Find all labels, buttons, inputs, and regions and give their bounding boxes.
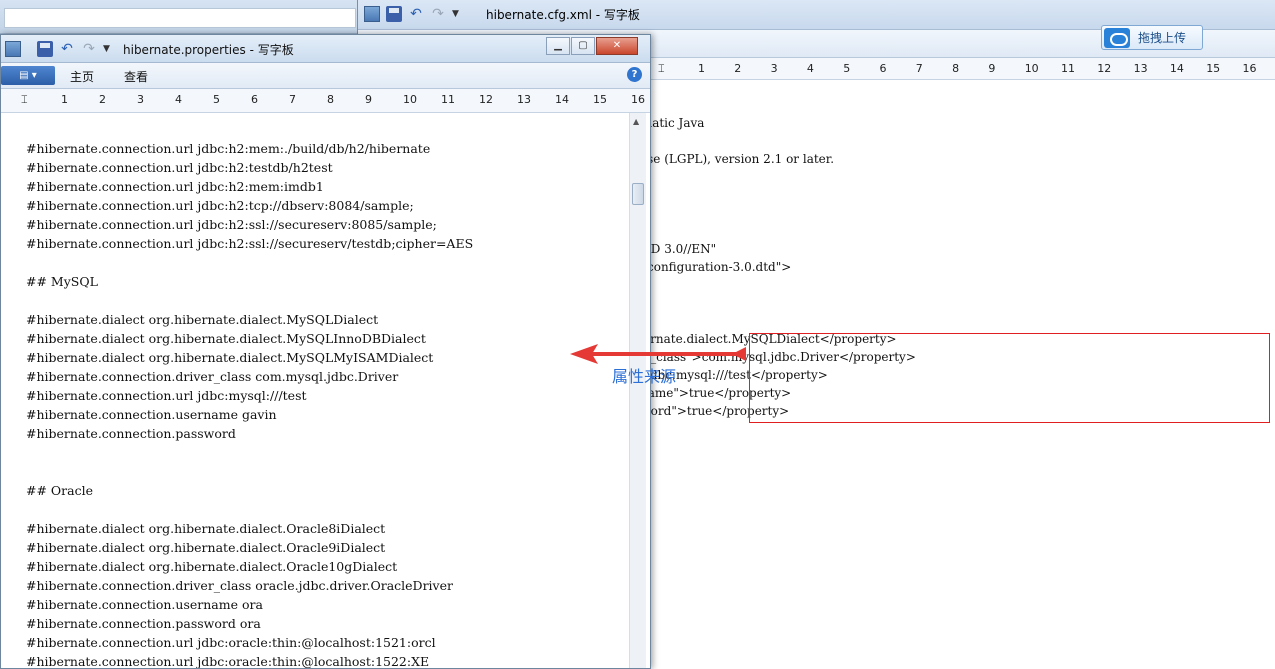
- ruler-tick: 2: [99, 93, 106, 106]
- ruler-tick: 14: [555, 93, 569, 106]
- ruler-tick: 2: [734, 62, 742, 75]
- props-line: #hibernate.connection.url jdbc:h2:mem:im…: [26, 179, 324, 194]
- ruler-tick: 4: [806, 62, 814, 75]
- ruler-tick: 11: [441, 93, 455, 106]
- props-line: #hibernate.connection.url jdbc:oracle:th…: [26, 654, 430, 669]
- ruler-tick: 11: [1061, 62, 1075, 75]
- props-line: #hibernate.connection.username ora: [26, 597, 263, 612]
- wordpad-app-icon[interactable]: [5, 41, 21, 57]
- properties-window: ↶ ↷ ▼ hibernate.properties - 写字板 ▁ ▢ ✕ ▤…: [0, 34, 651, 669]
- quick-access-dropdown-icon[interactable]: ▼: [103, 41, 113, 57]
- ruler-tick: 3: [770, 62, 778, 75]
- ruler-tick: 1: [61, 93, 68, 106]
- props-line: #hibernate.connection.url jdbc:h2:testdb…: [26, 160, 333, 175]
- props-line: #hibernate.connection.url jdbc:h2:ssl://…: [26, 236, 474, 251]
- ruler-tick: 16: [631, 93, 645, 106]
- menu-home[interactable]: 主页: [70, 68, 94, 85]
- vertical-scrollbar[interactable]: ▲: [629, 113, 646, 668]
- ruler-tick: 9: [988, 62, 996, 75]
- help-icon[interactable]: ?: [627, 67, 642, 82]
- quick-access-dropdown-icon[interactable]: ▼: [452, 6, 462, 22]
- properties-ruler[interactable]: ⌶ 1 2 3 4 5 6 7 8 9 10 11 12 13 14 15 16: [1, 89, 650, 113]
- props-line: #hibernate.dialect org.hibernate.dialect…: [26, 559, 398, 574]
- props-line: ## Oracle: [26, 483, 93, 498]
- props-line: #hibernate.dialect org.hibernate.dialect…: [26, 350, 434, 365]
- properties-menu-bar: ▤ ▾ 主页 查看 ?: [1, 63, 650, 89]
- ruler-tick: 10: [403, 93, 417, 106]
- ruler-tick: 6: [879, 62, 887, 75]
- redo-icon[interactable]: ↷: [430, 6, 446, 22]
- ruler-tick: 4: [175, 93, 182, 106]
- ruler-tick: 13: [1133, 62, 1148, 75]
- ruler-indent-marker[interactable]: ⌶: [658, 62, 665, 76]
- props-line: #hibernate.connection.driver_class oracl…: [26, 578, 453, 593]
- menu-view[interactable]: 查看: [124, 68, 148, 85]
- props-line: #hibernate.dialect org.hibernate.dialect…: [26, 521, 386, 536]
- background-window-strip: [0, 0, 360, 34]
- ruler-tick: 16: [1242, 62, 1257, 75]
- minimize-button[interactable]: ▁: [546, 37, 570, 55]
- ruler-tick: 15: [593, 93, 607, 106]
- props-line: [26, 291, 473, 310]
- close-button[interactable]: ✕: [596, 37, 638, 55]
- ruler-tick: 14: [1169, 62, 1184, 75]
- cloud-upload-icon: [1104, 27, 1130, 48]
- ruler-tick: 5: [843, 62, 851, 75]
- scrollbar-thumb[interactable]: [632, 183, 644, 205]
- props-line: [26, 253, 473, 272]
- ruler-tick: 12: [479, 93, 493, 106]
- redo-icon[interactable]: ↷: [81, 41, 97, 57]
- maximize-button[interactable]: ▢: [571, 37, 595, 55]
- scroll-up-icon[interactable]: ▲: [633, 117, 639, 126]
- ruler-tick: 13: [517, 93, 531, 106]
- ruler-tick: 8: [952, 62, 960, 75]
- save-icon[interactable]: [37, 41, 53, 57]
- props-line: #hibernate.connection.url jdbc:h2:tcp://…: [26, 198, 414, 213]
- props-line: #hibernate.connection.password: [26, 426, 236, 441]
- ruler-tick: 8: [327, 93, 334, 106]
- props-line: #hibernate.connection.url jdbc:oracle:th…: [26, 635, 436, 650]
- ruler-tick: 10: [1024, 62, 1039, 75]
- props-line: #hibernate.connection.url jdbc:h2:mem:./…: [26, 141, 431, 156]
- props-line: #hibernate.dialect org.hibernate.dialect…: [26, 312, 379, 327]
- ruler-tick: 9: [365, 93, 372, 106]
- ruler-tick: 12: [1097, 62, 1112, 75]
- ruler-tick: 7: [289, 93, 296, 106]
- props-line: [26, 443, 473, 462]
- ruler-tick: 5: [213, 93, 220, 106]
- save-icon[interactable]: [386, 6, 402, 22]
- cfg-xml-window-title: hibernate.cfg.xml - 写字板: [486, 8, 640, 22]
- undo-icon[interactable]: ↶: [408, 6, 424, 22]
- props-line: [26, 462, 473, 481]
- annotation-arrow-tail: [732, 347, 746, 361]
- ruler-tick: 3: [137, 93, 144, 106]
- ruler-tick: 7: [915, 62, 923, 75]
- background-window-tab: [4, 8, 356, 28]
- property-highlight-box: [749, 333, 1270, 423]
- desktop: ↶ ↷ ▼ hibernate.cfg.xml - 写字板 ⌶ 1 2 3 4 5 6 7 8 9…: [0, 0, 1275, 669]
- props-line: #hibernate.connection.username gavin: [26, 407, 277, 422]
- properties-window-title: hibernate.properties - 写字板: [123, 43, 294, 57]
- props-line: #hibernate.connection.url jdbc:h2:ssl://…: [26, 217, 437, 232]
- file-menu-button[interactable]: ▤ ▾: [1, 66, 55, 85]
- properties-title-bar: ↶ ↷ ▼ hibernate.properties - 写字板 ▁ ▢ ✕: [1, 35, 650, 63]
- drag-upload-button[interactable]: 拖拽上传: [1101, 25, 1203, 50]
- properties-document-body[interactable]: #hibernate.connection.url jdbc:h2:mem:./…: [26, 139, 474, 669]
- ruler-indent-marker[interactable]: ⌶: [21, 93, 28, 107]
- props-line: ## MySQL: [26, 274, 98, 289]
- ruler-tick: 15: [1206, 62, 1221, 75]
- props-line: [26, 500, 473, 519]
- wordpad-app-icon[interactable]: [364, 6, 380, 22]
- annotation-label: 属性来源: [612, 367, 677, 386]
- ruler-tick: 6: [251, 93, 258, 106]
- undo-icon[interactable]: ↶: [59, 41, 75, 57]
- props-line: #hibernate.connection.url jdbc:mysql:///…: [26, 388, 307, 403]
- props-line: #hibernate.dialect org.hibernate.dialect…: [26, 540, 386, 555]
- props-line: #hibernate.connection.password ora: [26, 616, 261, 631]
- ruler-tick: 1: [698, 62, 705, 75]
- props-line: #hibernate.connection.driver_class com.m…: [26, 369, 399, 384]
- props-line: #hibernate.dialect org.hibernate.dialect…: [26, 331, 426, 346]
